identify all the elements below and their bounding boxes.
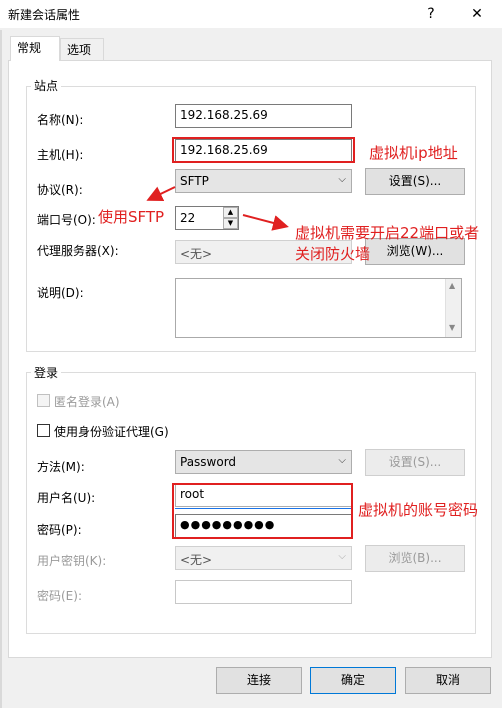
sftp-arrow (146, 186, 176, 202)
annotation-arrows (146, 186, 289, 231)
port-arrow (242, 214, 289, 231)
tab-general[interactable]: 常规 (10, 36, 60, 61)
